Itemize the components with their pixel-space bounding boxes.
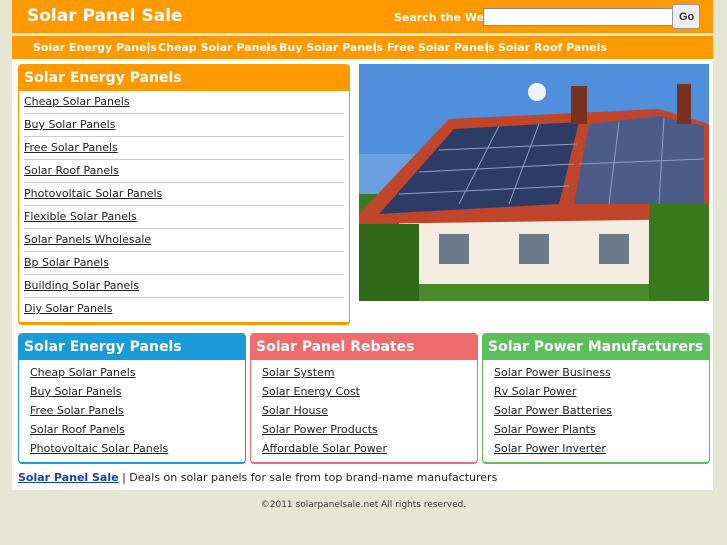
left-panel-link[interactable]: Flexible Solar Panels (24, 206, 344, 229)
search-input[interactable] (483, 8, 673, 26)
footer-description: | Deals on solar panels for sale from to… (118, 471, 498, 484)
left-link-panel: Solar Energy Panels Cheap Solar Panels B… (18, 64, 350, 325)
box-link[interactable]: Rv Solar Power (494, 382, 698, 401)
nav-separator (267, 41, 268, 54)
box-link[interactable]: Solar Roof Panels (30, 420, 234, 439)
left-panel-link[interactable]: Bp Solar Panels (24, 252, 344, 275)
footer-tagline: Solar Panel Sale | Deals on solar panels… (18, 471, 497, 484)
box-link[interactable]: Solar Power Inverter (494, 439, 698, 458)
box-link[interactable]: Solar System (262, 363, 466, 382)
nav-item-solar-roof-panels[interactable]: Solar Roof Panels (498, 41, 607, 54)
top-nav: Solar Energy Panels Cheap Solar Panels B… (12, 36, 713, 59)
left-panel-link[interactable]: Solar Panels Wholesale (24, 229, 344, 252)
nav-item-free-solar-panels[interactable]: Free Solar Panels (387, 41, 495, 54)
footer-site-link[interactable]: Solar Panel Sale (18, 471, 119, 484)
page: Solar Panel Sale Search the Web: Go Sola… (0, 0, 727, 545)
box-solar-power-manufacturers: Solar Power Manufacturers Solar Power Bu… (482, 333, 710, 464)
left-panel-link[interactable]: Building Solar Panels (24, 275, 344, 298)
box-link[interactable]: Affordable Solar Power (262, 439, 466, 458)
search-label: Search the Web: (394, 11, 497, 24)
nav-separator (148, 41, 149, 54)
box-link[interactable]: Photovoltaic Solar Panels (30, 439, 234, 458)
left-panel-link[interactable]: Buy Solar Panels (24, 114, 344, 137)
nav-item-buy-solar-panels[interactable]: Buy Solar Panels (279, 41, 383, 54)
box-title: Solar Panel Rebates (251, 334, 477, 360)
left-panel-title: Solar Energy Panels (19, 65, 349, 91)
site-header: Solar Panel Sale Search the Web: Go (12, 0, 713, 33)
left-panel-link[interactable]: Cheap Solar Panels (24, 91, 344, 114)
box-link[interactable]: Solar Power Business (494, 363, 698, 382)
box-link[interactable]: Solar House (262, 401, 466, 420)
nav-separator (487, 41, 488, 54)
hero-house-solar-roof-image (359, 64, 709, 301)
left-panel-link[interactable]: Free Solar Panels (24, 137, 344, 160)
box-link[interactable]: Solar Power Products (262, 420, 466, 439)
box-link[interactable]: Solar Power Batteries (494, 401, 698, 420)
nav-separator (375, 41, 376, 54)
box-solar-energy-panels: Solar Energy Panels Cheap Solar Panels B… (18, 333, 246, 464)
left-panel-link[interactable]: Diy Solar Panels (24, 298, 344, 320)
box-link[interactable]: Cheap Solar Panels (30, 363, 234, 382)
box-link[interactable]: Solar Power Plants (494, 420, 698, 439)
box-title: Solar Power Manufacturers (483, 334, 709, 360)
box-link[interactable]: Solar Energy Cost (262, 382, 466, 401)
box-title: Solar Energy Panels (19, 334, 245, 360)
site-title[interactable]: Solar Panel Sale (27, 6, 182, 26)
left-panel-link[interactable]: Photovoltaic Solar Panels (24, 183, 344, 206)
go-button[interactable]: Go (672, 4, 700, 29)
copyright-text: ©2011 solarpanelsale.net All rights rese… (260, 500, 467, 510)
left-panel-link[interactable]: Solar Roof Panels (24, 160, 344, 183)
box-link[interactable]: Free Solar Panels (30, 401, 234, 420)
nav-item-solar-energy-panels[interactable]: Solar Energy Panels (33, 41, 157, 54)
box-solar-panel-rebates: Solar Panel Rebates Solar System Solar E… (250, 333, 478, 464)
nav-item-cheap-solar-panels[interactable]: Cheap Solar Panels (158, 41, 277, 54)
box-link[interactable]: Buy Solar Panels (30, 382, 234, 401)
